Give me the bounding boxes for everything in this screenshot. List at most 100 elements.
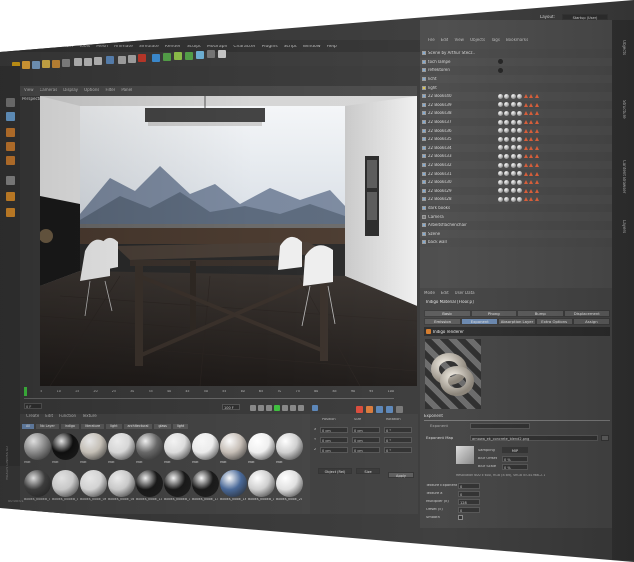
coordinate-field[interactable]: 0 cm: [352, 447, 380, 453]
material-tag-icon[interactable]: [510, 128, 516, 134]
main-menu[interactable]: File Edit Create Select Tools Mesh Animate Simu…: [10, 45, 337, 50]
render-view-icon[interactable]: [118, 56, 126, 64]
play-icon[interactable]: [274, 405, 280, 411]
material-tag-icon[interactable]: [510, 153, 516, 159]
texture-tag-icon[interactable]: [529, 128, 533, 133]
material-tag-icon[interactable]: [517, 110, 522, 116]
material-tag-icon[interactable]: [504, 162, 509, 168]
texture-tag-icon[interactable]: [529, 180, 533, 185]
object-row[interactable]: toch lampe: [420, 57, 620, 67]
use-points-icon[interactable]: [6, 128, 15, 137]
object-row[interactable]: 22 Books36: [420, 126, 620, 135]
material-tag-icon[interactable]: [510, 102, 516, 108]
attribute-tab[interactable]: Bump: [517, 310, 564, 317]
texture-tag-icon[interactable]: [534, 197, 539, 202]
render-settings-icon[interactable]: [138, 54, 146, 62]
attribute-tab[interactable]: Extra Options: [535, 318, 573, 325]
material-tag-icon[interactable]: [497, 67, 503, 73]
texture-tag-icon[interactable]: [523, 120, 528, 125]
coordinate-field[interactable]: 0 cm: [320, 427, 348, 433]
main-menu-item[interactable]: Edit: [24, 45, 33, 50]
viewport[interactable]: [40, 96, 417, 386]
material-filter-tab[interactable]: glass: [154, 424, 171, 430]
material-swatch[interactable]: [52, 470, 79, 497]
timeline-ruler[interactable]: 0510152025303540455055606570758085909510…: [24, 390, 394, 396]
blur-offset-field[interactable]: 0 %: [502, 456, 528, 462]
object-row[interactable]: 22 Books30: [420, 178, 620, 187]
material-tag-icon[interactable]: [517, 162, 522, 168]
next-key-icon[interactable]: [290, 405, 296, 411]
texture-tag-icon[interactable]: [529, 188, 533, 193]
main-menu-item[interactable]: Script: [284, 45, 297, 50]
coordinate-field[interactable]: 0 °: [384, 427, 412, 433]
attribute-manager-menu[interactable]: Mode Edit User Data: [424, 291, 475, 295]
recent-tool-icon[interactable]: [62, 59, 70, 67]
material-swatch[interactable]: [24, 470, 51, 497]
material-tag-icon[interactable]: [497, 196, 503, 202]
material-tag-icon[interactable]: [504, 128, 509, 134]
coordinate-field[interactable]: 0 cm: [352, 427, 380, 433]
texture-tag-icon[interactable]: [534, 163, 539, 168]
texture-tag-icon[interactable]: [529, 171, 533, 176]
texture-tag-icon[interactable]: [534, 111, 539, 116]
viewport-menu-item[interactable]: Cameras: [40, 88, 58, 92]
smooth-checkbox[interactable]: [458, 515, 463, 520]
rotate-tool-icon[interactable]: [52, 60, 60, 68]
blur-scale-field[interactable]: 0 %: [502, 464, 528, 470]
material-tag-icon[interactable]: [497, 59, 503, 65]
main-menu-item[interactable]: MoGraph: [207, 45, 227, 50]
texture-tag-icon[interactable]: [529, 102, 533, 107]
texture-tag-icon[interactable]: [529, 154, 533, 159]
object-row[interactable]: 22 Books33: [420, 152, 620, 161]
x-axis-icon[interactable]: [74, 58, 82, 66]
offset-field[interactable]: 0: [458, 507, 480, 513]
texture-tag-icon[interactable]: [534, 128, 539, 133]
material-tag-icon[interactable]: [510, 93, 516, 99]
material-manager-menu[interactable]: Create Edit Function Texture: [26, 414, 97, 418]
object-row[interactable]: 22 Books39: [420, 100, 620, 110]
viewport-menu-item[interactable]: Options: [84, 88, 99, 92]
object-menu-item[interactable]: View: [454, 38, 464, 42]
material-tag-icon[interactable]: [497, 153, 503, 159]
material-tag-icon[interactable]: [504, 102, 509, 108]
main-menu-item[interactable]: Window: [303, 45, 321, 50]
deformer-icon[interactable]: [185, 52, 193, 60]
texture-tag-icon[interactable]: [534, 145, 539, 150]
texture-tag-icon[interactable]: [523, 180, 528, 185]
floor-icon[interactable]: [196, 51, 204, 59]
main-menu-item[interactable]: Character: [233, 45, 255, 50]
object-row[interactable]: light: [420, 83, 620, 92]
attribute-menu-item[interactable]: Edit: [441, 291, 449, 295]
material-tag-icon[interactable]: [517, 102, 522, 108]
material-swatch[interactable]: [108, 470, 135, 497]
material-tag-icon[interactable]: [517, 145, 522, 151]
material-tag-icon[interactable]: [504, 93, 509, 99]
material-tag-icon[interactable]: [497, 102, 503, 108]
texture-tag-icon[interactable]: [523, 94, 528, 99]
texture-tag-icon[interactable]: [523, 128, 528, 133]
material-tag-icon[interactable]: [504, 196, 509, 202]
material-swatch[interactable]: [164, 470, 191, 497]
texture-tag-icon[interactable]: [534, 102, 539, 107]
material-swatch[interactable]: [80, 470, 107, 497]
material-swatch[interactable]: [248, 433, 275, 460]
live-selection-icon[interactable]: [22, 61, 30, 69]
texture-tag-icon[interactable]: [529, 137, 533, 142]
layout-dropdown[interactable]: Startup (User): [562, 14, 608, 20]
attribute-tab[interactable]: Absorption Layer: [498, 318, 536, 325]
texture-tag-icon[interactable]: [534, 94, 539, 99]
object-row[interactable]: back wall: [420, 238, 620, 247]
main-menu-item[interactable]: Create: [38, 45, 53, 50]
texture-tag-icon[interactable]: [534, 188, 539, 193]
attribute-tab[interactable]: Emission: [424, 318, 462, 325]
texture-tag-icon[interactable]: [523, 171, 528, 176]
current-frame-field[interactable]: 0 F: [24, 403, 42, 409]
object-row[interactable]: 22 Books38: [420, 109, 620, 118]
material-tag-icon[interactable]: [497, 188, 503, 194]
record-icon[interactable]: [356, 406, 363, 413]
object-row[interactable]: reflektoren: [420, 66, 620, 75]
material-menu-item[interactable]: Create: [26, 414, 39, 418]
object-row[interactable]: Arbeitsflachenchair: [420, 221, 620, 230]
z-axis-icon[interactable]: [94, 57, 102, 65]
attribute-menu-item[interactable]: Mode: [424, 291, 435, 295]
